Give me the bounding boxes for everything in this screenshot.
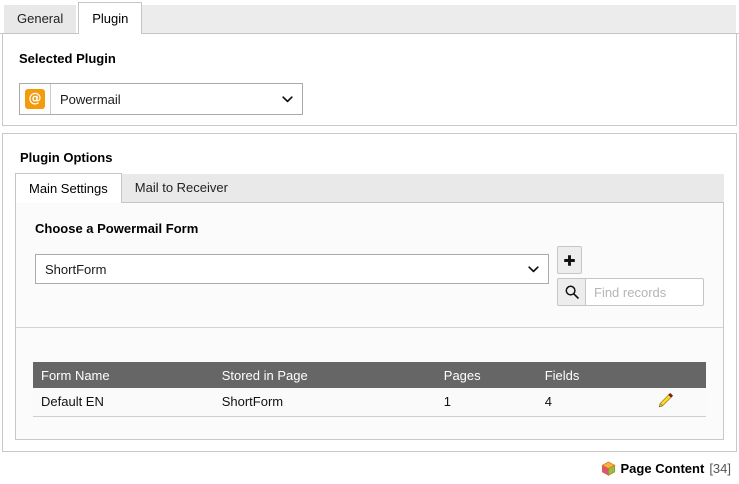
selected-plugin-label: Selected Plugin [19, 51, 720, 66]
cell-form-name: Default EN [33, 388, 215, 416]
form-picker-section: Choose a Powermail Form ShortForm [16, 203, 723, 328]
form-select-value: ShortForm [36, 262, 519, 277]
form-picker-label: Choose a Powermail Form [35, 221, 704, 236]
tab-plugin[interactable]: Plugin [78, 2, 142, 34]
powermail-at-icon: @ [20, 84, 51, 114]
form-picker-side-controls [557, 246, 704, 306]
inner-tab-filler [241, 174, 724, 202]
find-records-input[interactable] [586, 278, 704, 306]
tab-main-settings[interactable]: Main Settings [15, 173, 122, 203]
cell-pages: 1 [437, 388, 538, 416]
add-record-button[interactable] [557, 246, 582, 274]
tab-general[interactable]: General [4, 5, 76, 33]
record-uid: [34] [709, 461, 731, 476]
edit-pencil-icon [658, 392, 674, 408]
magnifier-icon [564, 284, 580, 300]
edit-record-button[interactable] [658, 392, 674, 408]
records-table-header-row: Form Name Stored in Page Pages Fields [33, 362, 706, 388]
plugin-options-label: Plugin Options [20, 150, 724, 165]
records-table: Form Name Stored in Page Pages Fields De… [33, 362, 706, 417]
header-pages: Pages [437, 362, 538, 388]
form-select[interactable]: ShortForm [35, 254, 549, 284]
header-fields: Fields [538, 362, 625, 388]
plugin-options-tab-bar: Main Settings Mail to Receiver [15, 173, 724, 203]
cell-fields: 4 [538, 388, 625, 416]
selected-plugin-select[interactable]: @ Powermail [19, 83, 303, 115]
document-tab-bar: General Plugin [0, 0, 739, 34]
records-table-section: Form Name Stored in Page Pages Fields De… [16, 328, 723, 439]
tab-bar-filler [142, 5, 736, 33]
table-row: Default EN ShortForm 1 4 [33, 388, 706, 416]
header-form-name: Form Name [33, 362, 215, 388]
selected-plugin-panel: Selected Plugin @ Powermail [2, 34, 737, 126]
chevron-down-icon [273, 96, 302, 103]
content-cube-icon [601, 461, 616, 476]
plus-icon [563, 254, 576, 267]
header-stored-in-page: Stored in Page [215, 362, 437, 388]
chevron-down-icon [519, 266, 548, 273]
tab-mail-to-receiver[interactable]: Mail to Receiver [122, 174, 241, 202]
find-records-group [557, 278, 704, 306]
plugin-options-panel: Plugin Options Main Settings Mail to Rec… [2, 133, 737, 452]
record-identity: Page Content [34] [601, 461, 731, 476]
cell-actions [625, 388, 706, 416]
header-actions [625, 362, 706, 388]
search-button[interactable] [557, 278, 586, 306]
main-settings-tab-content: Choose a Powermail Form ShortForm [15, 203, 724, 440]
form-picker-controls: ShortForm [35, 246, 704, 306]
record-type-label: Page Content [621, 461, 705, 476]
selected-plugin-value: Powermail [51, 92, 273, 107]
cell-stored-in-page: ShortForm [215, 388, 437, 416]
